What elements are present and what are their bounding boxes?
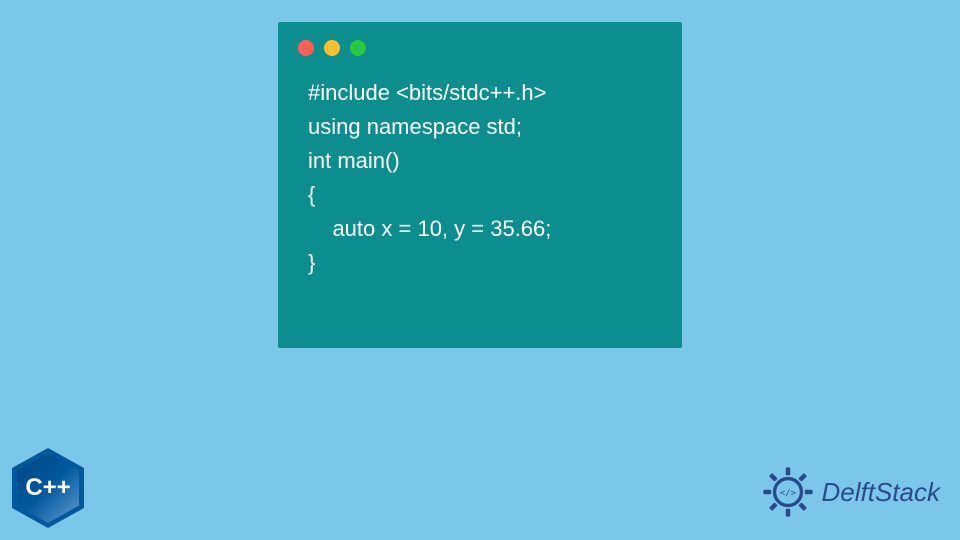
window-maximize-dot bbox=[350, 40, 366, 56]
code-content: #include <bits/stdc++.h> using namespace… bbox=[278, 68, 682, 289]
delftstack-icon: </> bbox=[760, 464, 816, 520]
code-line: { bbox=[308, 178, 652, 212]
delftstack-logo: </> DelftStack bbox=[760, 464, 941, 520]
code-line: } bbox=[308, 246, 652, 280]
code-window: #include <bits/stdc++.h> using namespace… bbox=[278, 22, 682, 348]
code-line: using namespace std; bbox=[308, 110, 652, 144]
code-line: int main() bbox=[308, 144, 652, 178]
window-minimize-dot bbox=[324, 40, 340, 56]
svg-text:</>: </> bbox=[779, 488, 795, 498]
delftstack-text: DelftStack bbox=[822, 477, 941, 508]
cpp-badge-text: C++ bbox=[25, 474, 70, 502]
cpp-logo: C++ bbox=[12, 448, 84, 528]
window-close-dot bbox=[298, 40, 314, 56]
code-line: #include <bits/stdc++.h> bbox=[308, 76, 652, 110]
code-line: auto x = 10, y = 35.66; bbox=[308, 212, 652, 246]
window-controls bbox=[278, 22, 682, 68]
